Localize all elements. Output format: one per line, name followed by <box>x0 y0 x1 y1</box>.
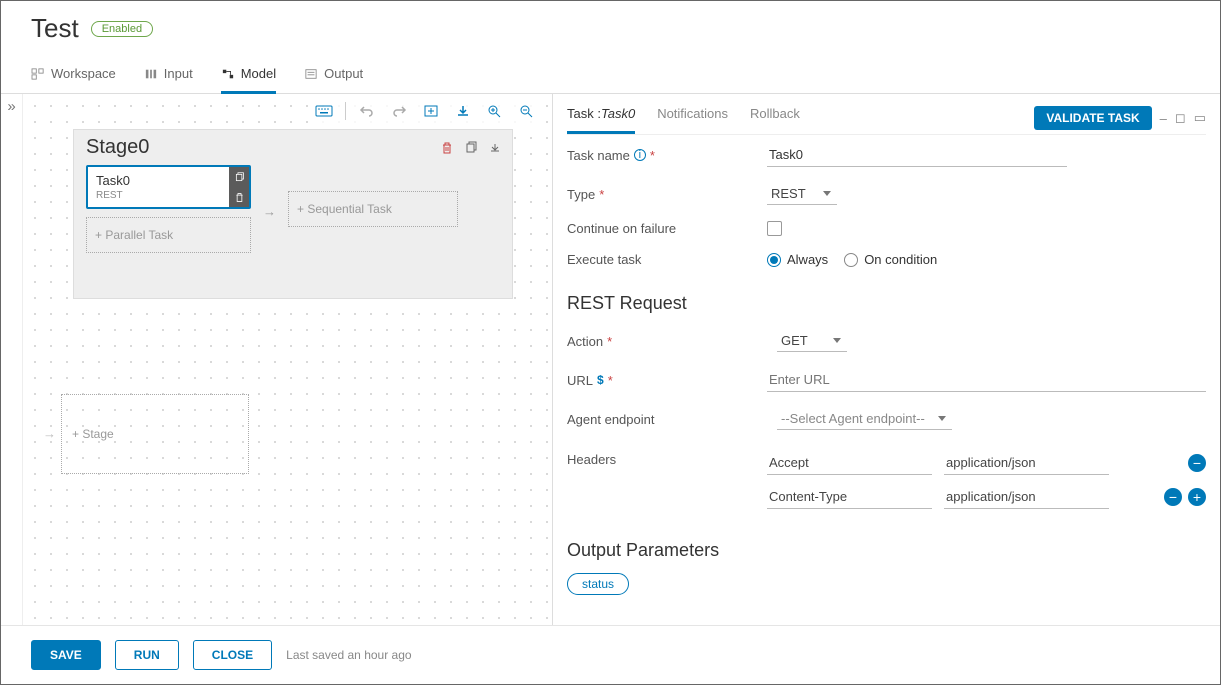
add-header-icon[interactable]: + <box>1188 488 1206 506</box>
header-key-input[interactable] <box>767 451 932 475</box>
tab-output[interactable]: Output <box>304 58 363 94</box>
details-tab-task[interactable]: Task :Task0 <box>567 102 635 134</box>
remove-header-icon[interactable]: − <box>1164 488 1182 506</box>
continue-on-failure-checkbox[interactable] <box>767 221 782 236</box>
output-icon <box>304 68 318 80</box>
page-title: Test <box>31 13 79 44</box>
details-tab-notifications[interactable]: Notifications <box>657 102 728 134</box>
restore-icon[interactable]: ◻ <box>1175 110 1186 126</box>
model-icon <box>221 68 235 80</box>
tab-workspace[interactable]: Workspace <box>31 58 116 94</box>
remove-header-icon[interactable]: − <box>1188 454 1206 472</box>
run-button[interactable]: RUN <box>115 640 179 670</box>
agent-endpoint-select[interactable]: --Select Agent endpoint-- <box>777 408 952 430</box>
copy-stage-icon[interactable] <box>462 139 480 157</box>
add-sequential-task[interactable]: + Sequential Task <box>288 191 458 227</box>
zoom-out-icon[interactable] <box>516 100 538 122</box>
url-input[interactable] <box>767 368 1206 392</box>
execute-oncondition-radio[interactable]: On condition <box>844 252 937 267</box>
stage-arrow-icon: → <box>43 426 56 441</box>
save-button[interactable]: SAVE <box>31 640 101 670</box>
task-copy-icon[interactable] <box>229 167 249 187</box>
task-name-input[interactable] <box>767 143 1067 167</box>
status-badge: Enabled <box>91 21 153 37</box>
execute-always-radio[interactable]: Always <box>767 252 828 267</box>
input-icon <box>144 68 158 80</box>
canvas[interactable]: Stage0 Task0 REST <box>23 94 553 625</box>
minimize-icon[interactable]: – <box>1160 111 1167 126</box>
header-key-input[interactable] <box>767 485 932 509</box>
close-button[interactable]: CLOSE <box>193 640 272 670</box>
delete-stage-icon[interactable] <box>438 139 456 157</box>
add-parallel-task[interactable]: + Parallel Task <box>86 217 251 253</box>
task-delete-icon[interactable] <box>229 187 249 207</box>
stage-container[interactable]: Stage0 Task0 REST <box>73 129 513 299</box>
zoom-in-icon[interactable] <box>484 100 506 122</box>
expand-handle[interactable]: » <box>1 94 23 625</box>
header-val-input[interactable] <box>944 451 1109 475</box>
validate-task-button[interactable]: VALIDATE TASK <box>1034 106 1151 130</box>
tab-model[interactable]: Model <box>221 58 276 94</box>
task-card-name: Task0 <box>96 173 221 188</box>
fit-icon[interactable] <box>420 100 442 122</box>
output-param-pill[interactable]: status <box>567 573 629 595</box>
tab-label: Model <box>241 66 276 81</box>
variable-icon[interactable]: $ <box>597 373 604 387</box>
add-stage[interactable]: + Stage <box>61 394 249 474</box>
tab-input[interactable]: Input <box>144 58 193 94</box>
details-tab-rollback[interactable]: Rollback <box>750 102 800 134</box>
tab-label: Output <box>324 66 363 81</box>
task-card-type: REST <box>96 190 221 201</box>
rest-request-heading: REST Request <box>567 293 1206 314</box>
action-select[interactable]: GET <box>777 330 847 352</box>
tab-label: Workspace <box>51 66 116 81</box>
sequence-arrow-icon: → <box>263 200 276 219</box>
task-card[interactable]: Task0 REST <box>86 165 251 209</box>
canvas-toolbar <box>309 97 542 125</box>
redo-icon[interactable] <box>388 100 410 122</box>
tab-label: Input <box>164 66 193 81</box>
output-parameters-heading: Output Parameters <box>567 540 1206 561</box>
header-val-input[interactable] <box>944 485 1109 509</box>
info-icon[interactable]: i <box>634 149 646 161</box>
workspace-icon <box>31 68 45 80</box>
stage-title: Stage0 <box>86 136 432 159</box>
keyboard-icon[interactable] <box>313 100 335 122</box>
details-panel: Task :Task0 Notifications Rollback VALID… <box>553 94 1220 625</box>
maximize-icon[interactable]: ▭ <box>1194 110 1206 126</box>
last-saved-text: Last saved an hour ago <box>286 648 411 662</box>
more-stage-icon[interactable] <box>486 139 504 157</box>
type-select[interactable]: REST <box>767 183 837 205</box>
download-icon[interactable] <box>452 100 474 122</box>
undo-icon[interactable] <box>356 100 378 122</box>
main-tabs: Workspace Input Model Output <box>1 58 1220 94</box>
